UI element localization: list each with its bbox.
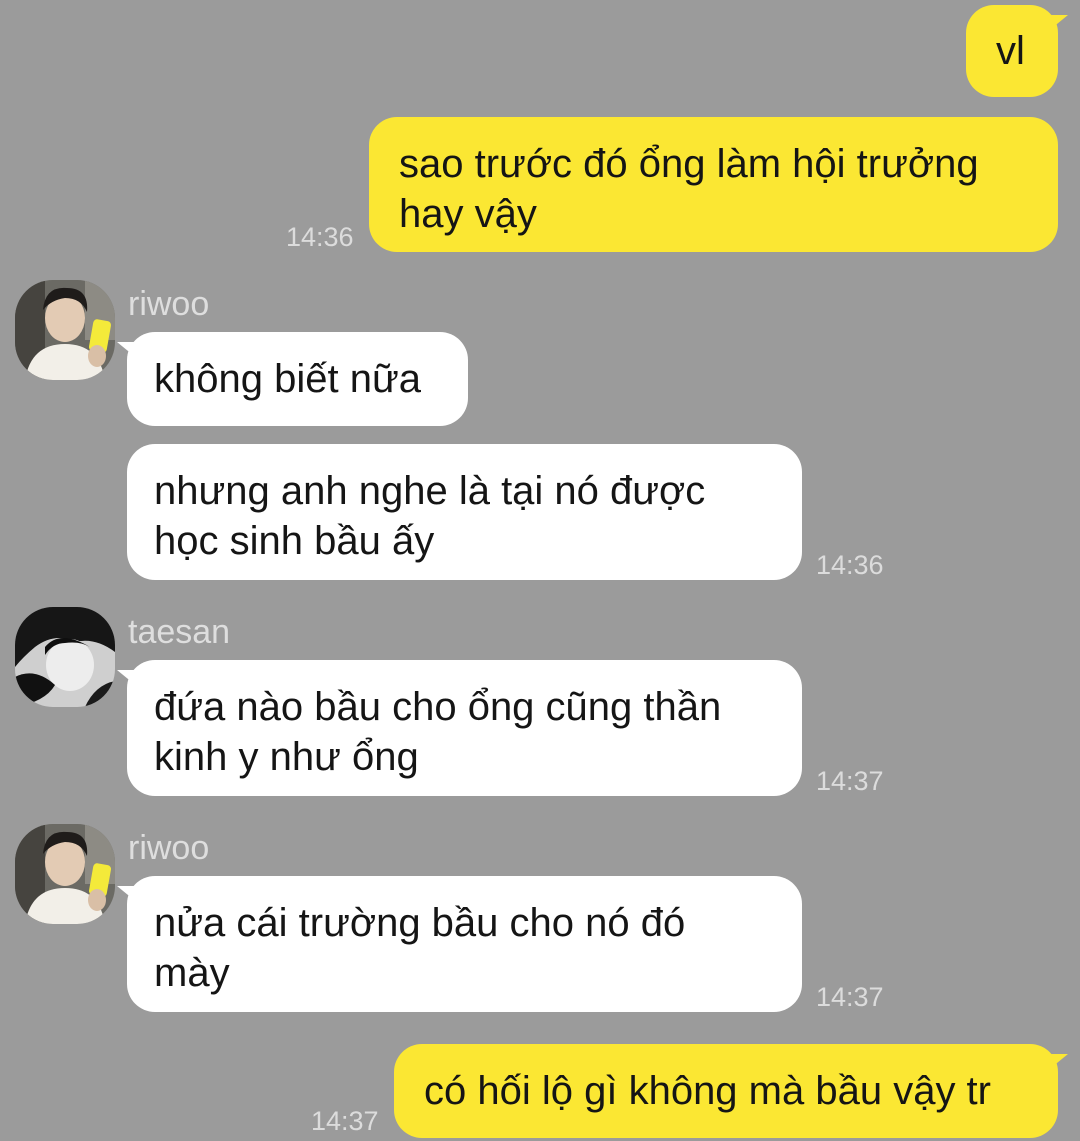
sender-name: riwoo — [128, 285, 210, 323]
message-line: mày — [154, 951, 230, 995]
riwoo-avatar-icon[interactable] — [15, 280, 115, 380]
taesan-avatar-icon[interactable] — [15, 607, 115, 707]
my-message-bubble[interactable]: vl — [966, 5, 1068, 97]
message-timestamp: 14:37 — [311, 1106, 379, 1136]
chat-thread[interactable]: vl sao trước đó ổng làm hội trưởng hay v… — [0, 0, 1080, 1141]
sender-name: taesan — [128, 613, 231, 651]
message-text: có hối lộ gì không mà bầu vậy tr — [424, 1069, 991, 1113]
message-line: kinh y như ổng — [154, 735, 419, 779]
message-line: đứa nào bầu cho ổng cũng thần — [154, 685, 722, 729]
message-text: không biết nữa — [154, 357, 421, 401]
my-message-bubble[interactable]: sao trước đó ổng làm hội trưởng hay vậy — [369, 117, 1058, 252]
message-line: nhưng anh nghe là tại nó được — [154, 469, 706, 513]
riwoo-avatar-icon[interactable] — [15, 824, 115, 924]
their-message-bubble[interactable]: đứa nào bầu cho ổng cũng thần kinh y như… — [117, 660, 802, 796]
message-timestamp: 14:37 — [816, 766, 884, 796]
my-message-bubble[interactable]: có hối lộ gì không mà bầu vậy tr — [394, 1044, 1068, 1138]
sender-name: riwoo — [128, 829, 210, 867]
their-message-bubble[interactable]: nhưng anh nghe là tại nó được học sinh b… — [127, 444, 802, 580]
their-message-bubble[interactable]: nửa cái trường bầu cho nó đó mày — [117, 876, 802, 1012]
message-timestamp: 14:36 — [286, 222, 354, 252]
their-message-bubble[interactable]: không biết nữa — [117, 332, 468, 426]
message-line: hay vậy — [399, 192, 537, 236]
message-timestamp: 14:37 — [816, 982, 884, 1012]
message-line: sao trước đó ổng làm hội trưởng — [399, 142, 979, 186]
message-text: vl — [996, 29, 1025, 73]
message-line: nửa cái trường bầu cho nó đó — [154, 901, 686, 945]
message-timestamp: 14:36 — [816, 550, 884, 580]
message-line: học sinh bầu ấy — [154, 519, 435, 563]
